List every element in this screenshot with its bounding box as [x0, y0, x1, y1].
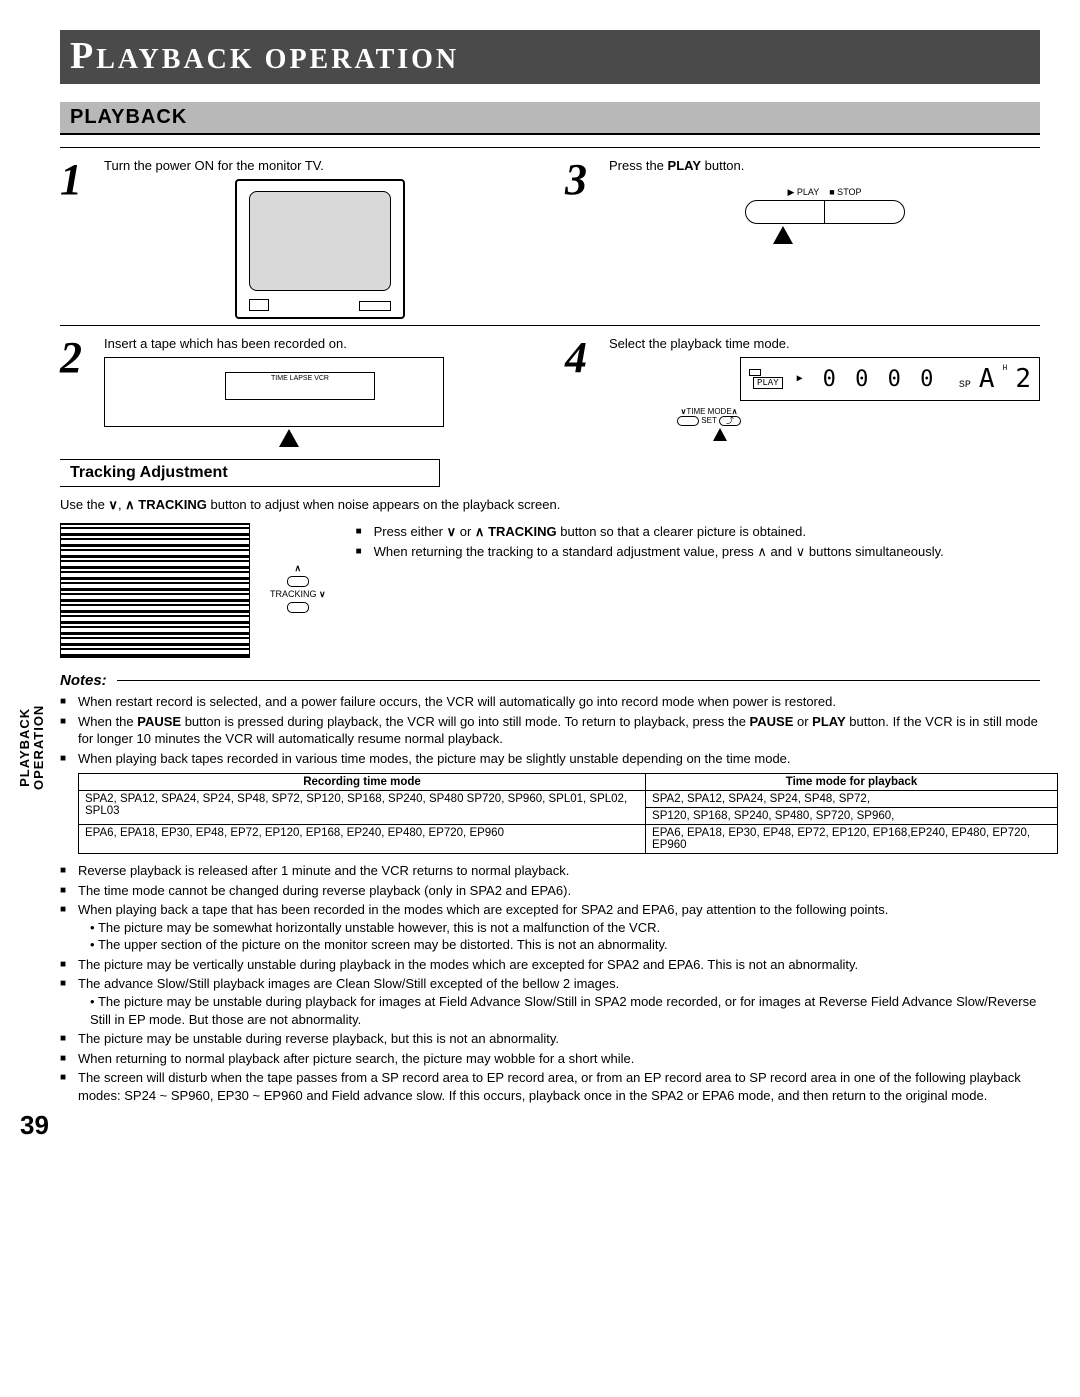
- table-cell: SP120, SP168, SP240, SP480, SP720, SP960…: [646, 808, 1058, 825]
- note-5: The time mode cannot be changed during r…: [60, 882, 1040, 900]
- chapter-title-bar: PLAYBACK OPERATION: [60, 30, 1040, 84]
- noise-screen-illustration: [60, 523, 250, 658]
- note-6: When playing back a tape that has been r…: [60, 901, 1040, 954]
- lcd-a: A: [979, 364, 995, 394]
- timemode-label: TIME MODE: [686, 407, 731, 416]
- section-title: PLAYBACK: [70, 106, 187, 128]
- note-4: Reverse playback is released after 1 min…: [60, 862, 1040, 880]
- table-cell: SPA2, SPA12, SPA24, SP24, SP48, SP72, SP…: [79, 791, 646, 825]
- notes-header: Notes:: [60, 672, 1040, 689]
- table-cell: EPA6, EPA18, EP30, EP48, EP72, EP120, EP…: [79, 825, 646, 854]
- tracking-intro: Use the ∨, ∧ TRACKING button to adjust w…: [60, 497, 1040, 513]
- step-4-text: Select the playback time mode.: [609, 336, 790, 351]
- table-cell: SPA2, SPA12, SPA24, SP24, SP48, SP72,: [646, 791, 1058, 808]
- tracking-buttons-illustration: ∧ TRACKING ∨: [270, 523, 326, 658]
- table-cell: EPA6, EPA18, EP30, EP48, EP72, EP120, EP…: [646, 825, 1058, 854]
- step-3-text: Press the PLAY button.: [609, 158, 744, 173]
- lcd-2: 2: [1015, 364, 1031, 394]
- vcr-slot-label: TIME LAPSE VCR: [225, 372, 375, 400]
- lcd-h: H: [1003, 364, 1008, 373]
- step-number-1: 1: [60, 158, 96, 202]
- stop-label: ■ STOP: [829, 187, 861, 197]
- note-9: The picture may be unstable during rever…: [60, 1030, 1040, 1048]
- lcd-sp: SP: [959, 380, 971, 391]
- note-8a: The picture may be unstable during playb…: [90, 993, 1040, 1028]
- set-label: SET: [701, 416, 716, 425]
- tracking-bullet-2: When returning the tracking to a standar…: [356, 543, 1040, 561]
- timemode-control: ∨TIME MODE∧ SET ⤴: [669, 407, 749, 441]
- chapter-title-initial: P: [70, 35, 96, 77]
- lcd-display: PLAY ▶ 0 0 0 0 SP A H 2: [740, 357, 1040, 401]
- chapter-title-rest: LAYBACK OPERATION: [96, 44, 459, 75]
- tracking-header: Tracking Adjustment: [60, 459, 440, 487]
- section-title-bar: PLAYBACK: [60, 102, 1040, 135]
- tracking-btn-label: TRACKING: [270, 589, 317, 599]
- vcr-illustration: TIME LAPSE VCR: [104, 357, 444, 427]
- tracking-bullet-1: Press either ∨ or ∧ TRACKING button so t…: [356, 523, 1040, 541]
- play-label: ▶ PLAY: [787, 187, 819, 197]
- note-11: The screen will disturb when the tape pa…: [60, 1069, 1040, 1104]
- arrow-up-icon: [279, 429, 299, 447]
- monitor-illustration: [235, 179, 405, 319]
- side-tab: PLAYBACKOPERATION: [18, 705, 47, 790]
- note-10: When returning to normal playback after …: [60, 1050, 1040, 1068]
- table-header-recording: Recording time mode: [79, 774, 646, 791]
- step-2-text: Insert a tape which has been recorded on…: [104, 336, 347, 351]
- note-8: The advance Slow/Still playback images a…: [60, 975, 1040, 1028]
- note-6a: The picture may be somewhat horizontally…: [90, 919, 1040, 937]
- time-mode-table: Recording time mode Time mode for playba…: [78, 773, 1058, 854]
- note-6b: The upper section of the picture on the …: [90, 936, 1040, 954]
- step-number-2: 2: [60, 336, 96, 380]
- page-number: 39: [20, 1110, 1040, 1141]
- step-1-text: Turn the power ON for the monitor TV.: [104, 158, 324, 173]
- arrow-up-icon: [773, 226, 793, 244]
- arrow-up-icon: [713, 428, 727, 441]
- note-1: When restart record is selected, and a p…: [60, 693, 1040, 711]
- lcd-play-indicator: PLAY: [753, 377, 783, 389]
- note-7: The picture may be vertically unstable d…: [60, 956, 1040, 974]
- step-number-4: 4: [565, 336, 601, 380]
- step-number-3: 3: [565, 158, 601, 202]
- note-3: When playing back tapes recorded in vari…: [60, 750, 1040, 768]
- lcd-counter: 0 0 0 0: [823, 367, 937, 392]
- table-header-playback: Time mode for playback: [646, 774, 1058, 791]
- play-stop-illustration: ▶ PLAY ■ STOP: [745, 187, 905, 244]
- note-2: When the PAUSE button is pressed during …: [60, 713, 1040, 748]
